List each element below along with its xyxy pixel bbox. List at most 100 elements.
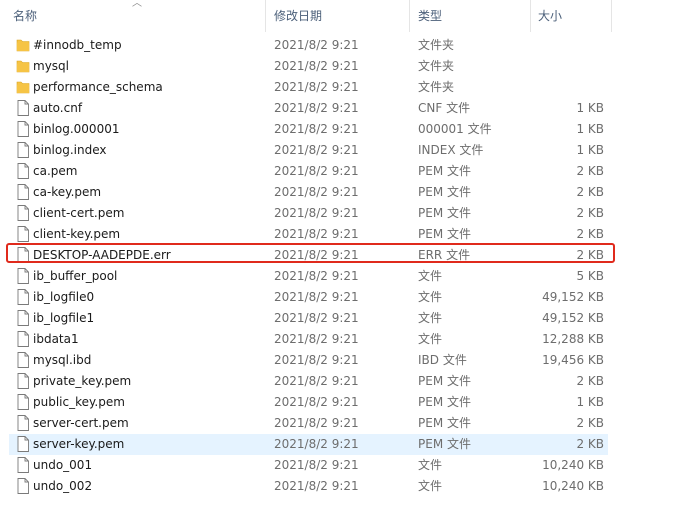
file-type: 文件	[418, 332, 443, 346]
file-row[interactable]: undo_002 2021/8/2 9:21 文件 10,240 KB	[9, 476, 608, 497]
file-row[interactable]: server-cert.pem 2021/8/2 9:21 PEM 文件 2 KB	[9, 413, 608, 434]
file-icon	[16, 478, 30, 494]
file-name: mysql.ibd	[33, 353, 92, 367]
file-name: auto.cnf	[33, 101, 83, 115]
file-icon	[16, 163, 30, 179]
file-row[interactable]: ca.pem 2021/8/2 9:21 PEM 文件 2 KB	[9, 161, 608, 182]
file-icon	[16, 310, 30, 326]
file-row[interactable]: ib_buffer_pool 2021/8/2 9:21 文件 5 KB	[9, 266, 608, 287]
file-date: 2021/8/2 9:21	[274, 353, 359, 367]
file-date: 2021/8/2 9:21	[274, 122, 359, 136]
file-size: 5 KB	[576, 269, 604, 283]
file-name: binlog.000001	[33, 122, 120, 136]
file-type: IBD 文件	[418, 353, 467, 367]
file-icon	[16, 205, 30, 221]
file-type: 文件夹	[418, 59, 455, 73]
column-divider[interactable]	[265, 0, 266, 32]
file-row[interactable]: mysql.ibd 2021/8/2 9:21 IBD 文件 19,456 KB	[9, 350, 608, 371]
file-size: 2 KB	[576, 227, 604, 241]
file-type: PEM 文件	[418, 227, 471, 241]
file-type: PEM 文件	[418, 164, 471, 178]
file-row[interactable]: #innodb_temp 2021/8/2 9:21 文件夹	[9, 35, 608, 56]
file-row[interactable]: ca-key.pem 2021/8/2 9:21 PEM 文件 2 KB	[9, 182, 608, 203]
folder-icon	[16, 37, 30, 53]
file-type: 文件	[418, 311, 443, 325]
file-type: 文件	[418, 479, 443, 493]
sort-ascending-icon: ︿	[132, 0, 142, 9]
file-name: binlog.index	[33, 143, 107, 157]
file-size: 2 KB	[576, 185, 604, 199]
file-type: PEM 文件	[418, 374, 471, 388]
file-type: PEM 文件	[418, 185, 471, 199]
column-header-name[interactable]: 名称	[13, 0, 37, 32]
file-icon	[16, 436, 30, 452]
file-icon	[16, 226, 30, 242]
file-date: 2021/8/2 9:21	[274, 185, 359, 199]
file-row[interactable]: ib_logfile1 2021/8/2 9:21 文件 49,152 KB	[9, 308, 608, 329]
file-date: 2021/8/2 9:21	[274, 38, 359, 52]
file-row[interactable]: undo_001 2021/8/2 9:21 文件 10,240 KB	[9, 455, 608, 476]
file-date: 2021/8/2 9:21	[274, 101, 359, 115]
file-name: server-cert.pem	[33, 416, 129, 430]
file-name: server-key.pem	[33, 437, 125, 451]
file-icon	[16, 394, 30, 410]
file-date: 2021/8/2 9:21	[274, 269, 359, 283]
column-header-date[interactable]: 修改日期	[274, 0, 322, 32]
file-icon	[16, 352, 30, 368]
file-date: 2021/8/2 9:21	[274, 311, 359, 325]
file-icon	[16, 331, 30, 347]
file-size: 2 KB	[576, 374, 604, 388]
file-row[interactable]: binlog.index 2021/8/2 9:21 INDEX 文件 1 KB	[9, 140, 608, 161]
column-divider[interactable]	[530, 0, 531, 32]
file-name: ibdata1	[33, 332, 79, 346]
file-size: 49,152 KB	[542, 311, 604, 325]
column-header-type[interactable]: 类型	[418, 0, 442, 32]
file-name: public_key.pem	[33, 395, 125, 409]
file-row[interactable]: client-key.pem 2021/8/2 9:21 PEM 文件 2 KB	[9, 224, 608, 245]
file-row[interactable]: binlog.000001 2021/8/2 9:21 000001 文件 1 KB	[9, 119, 608, 140]
file-icon	[16, 184, 30, 200]
column-divider[interactable]	[611, 0, 612, 32]
file-icon	[16, 457, 30, 473]
column-divider[interactable]	[409, 0, 410, 32]
file-row[interactable]: server-key.pem 2021/8/2 9:21 PEM 文件 2 KB	[9, 434, 608, 455]
file-row[interactable]: performance_schema 2021/8/2 9:21 文件夹	[9, 77, 608, 98]
file-type: 文件	[418, 458, 443, 472]
file-name: ib_logfile1	[33, 311, 95, 325]
file-name: undo_001	[33, 458, 93, 472]
file-row[interactable]: client-cert.pem 2021/8/2 9:21 PEM 文件 2 KB	[9, 203, 608, 224]
file-date: 2021/8/2 9:21	[274, 59, 359, 73]
file-row[interactable]: mysql 2021/8/2 9:21 文件夹	[9, 56, 608, 77]
folder-icon	[16, 58, 30, 74]
column-header-size[interactable]: 大小	[538, 0, 562, 32]
file-type: 文件	[418, 290, 443, 304]
file-name: ca-key.pem	[33, 185, 102, 199]
file-size: 2 KB	[576, 206, 604, 220]
file-row[interactable]: public_key.pem 2021/8/2 9:21 PEM 文件 1 KB	[9, 392, 608, 413]
file-date: 2021/8/2 9:21	[274, 143, 359, 157]
file-size: 2 KB	[576, 437, 604, 451]
file-icon	[16, 373, 30, 389]
file-date: 2021/8/2 9:21	[274, 332, 359, 346]
file-type: 文件夹	[418, 80, 455, 94]
file-icon	[16, 268, 30, 284]
file-size: 49,152 KB	[542, 290, 604, 304]
file-row[interactable]: ibdata1 2021/8/2 9:21 文件 12,288 KB	[9, 329, 608, 350]
file-icon	[16, 415, 30, 431]
file-date: 2021/8/2 9:21	[274, 437, 359, 451]
file-name: mysql	[33, 59, 69, 73]
file-name: private_key.pem	[33, 374, 132, 388]
column-header-bar: 名称 ︿ 修改日期 类型 大小	[0, 0, 684, 32]
file-date: 2021/8/2 9:21	[274, 206, 359, 220]
file-icon	[16, 121, 30, 137]
file-size: 1 KB	[576, 143, 604, 157]
file-row[interactable]: auto.cnf 2021/8/2 9:21 CNF 文件 1 KB	[9, 98, 608, 119]
file-icon	[16, 142, 30, 158]
file-row[interactable]: ib_logfile0 2021/8/2 9:21 文件 49,152 KB	[9, 287, 608, 308]
file-type: PEM 文件	[418, 437, 471, 451]
file-date: 2021/8/2 9:21	[274, 479, 359, 493]
file-row[interactable]: private_key.pem 2021/8/2 9:21 PEM 文件 2 KB	[9, 371, 608, 392]
file-size: 2 KB	[576, 416, 604, 430]
file-name: ca.pem	[33, 164, 78, 178]
file-size: 2 KB	[576, 164, 604, 178]
